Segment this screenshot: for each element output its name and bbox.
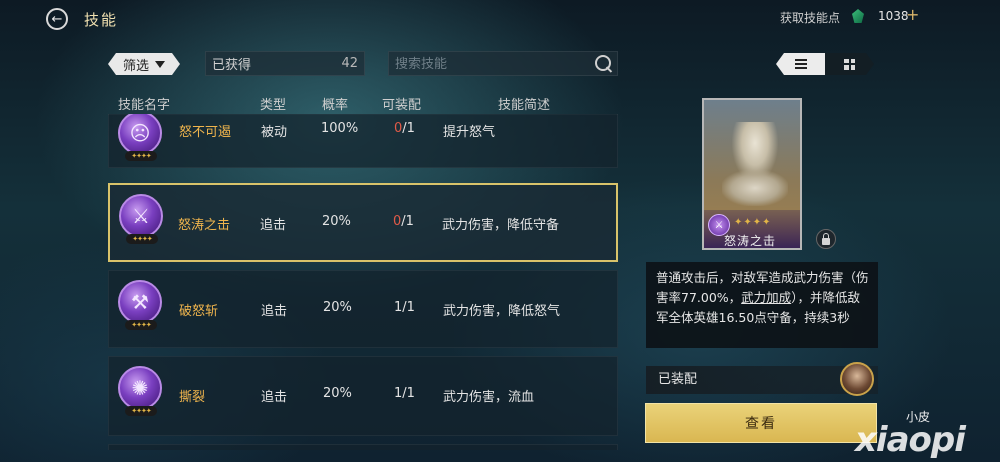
sword-slash-icon: ⚔	[119, 194, 163, 238]
skill-name: 撕裂	[179, 390, 206, 405]
back-button[interactable]: ←	[46, 8, 68, 30]
skill-points-count: 1038	[878, 9, 909, 23]
header-skill-name: 技能名字	[118, 98, 171, 113]
horse-illustration	[722, 170, 788, 206]
equip-count: 1/1	[394, 300, 415, 315]
hero-avatar[interactable]	[840, 362, 874, 396]
card-star-rating: ✦✦✦✦	[734, 217, 772, 228]
axe-icon: ⚒	[118, 280, 162, 324]
claw-tear-icon: ✺	[118, 366, 162, 410]
table-row[interactable]: ✺ ✦✦✦✦ 撕裂 追击 20% 1/1 武力伤害，流血	[108, 356, 618, 436]
star-rating: ✦✦✦✦	[125, 320, 157, 330]
table-header: 技能名字 类型 概率 可装配 技能简述	[108, 94, 618, 115]
skill-type: 被动	[261, 125, 288, 140]
skill-icon-wrap: ✺ ✦✦✦✦	[115, 366, 165, 416]
page-title: 技能	[84, 11, 119, 29]
owned-counter: 已获得 42	[205, 51, 365, 76]
owned-label: 已获得	[212, 58, 252, 73]
skill-point-gem-icon	[852, 9, 864, 23]
table-row[interactable]: ⚒ ✦✦✦✦ 破怒斩 追击 20% 1/1 武力伤害，降低怒气	[108, 270, 618, 348]
search-input[interactable]	[389, 52, 587, 77]
header-type: 类型	[260, 98, 287, 113]
skill-name: 怒不可遏	[179, 125, 232, 140]
skill-type: 追击	[261, 304, 288, 319]
skill-rate: 20%	[323, 300, 352, 315]
equip-count: 1/1	[394, 386, 415, 401]
rage-mask-icon: ☹	[118, 114, 162, 155]
view-button[interactable]: 查看	[645, 403, 877, 443]
skill-description: 普通攻击后，对敌军造成武力伤害（伤害率77.00%，武力加成），并降低敌军全体英…	[646, 262, 878, 348]
skill-brief: 武力伤害，降低怒气	[443, 304, 561, 319]
skill-rate: 20%	[322, 214, 351, 229]
equipped-label: 已装配	[658, 372, 698, 387]
skill-brief: 提升怒气	[443, 125, 496, 140]
skill-type: 追击	[260, 218, 287, 233]
search-box[interactable]	[388, 51, 618, 77]
watermark-logo: xiaopi	[855, 420, 966, 460]
star-rating: ✦✦✦✦	[126, 234, 158, 244]
search-icon[interactable]	[595, 55, 611, 71]
lock-icon[interactable]	[816, 229, 836, 249]
add-points-button[interactable]: +	[906, 5, 919, 24]
header-equippable: 可装配	[382, 98, 422, 113]
header-description: 技能简述	[498, 98, 551, 113]
skill-brief: 武力伤害，流血	[443, 390, 535, 405]
star-rating: ✦✦✦✦	[125, 151, 157, 161]
desc-link[interactable]: 武力加成	[741, 290, 791, 305]
skill-card[interactable]: ⚔ ✦✦✦✦ 怒涛之击	[702, 98, 802, 250]
table-row[interactable]	[108, 444, 618, 450]
skill-icon-wrap: ⚒ ✦✦✦✦	[115, 280, 165, 330]
skill-name: 破怒斩	[179, 304, 219, 319]
skill-icon-wrap: ⚔ ✦✦✦✦	[116, 194, 166, 244]
dropdown-triangle-icon	[155, 61, 165, 68]
skill-icon-wrap: ☹ ✦✦✦✦	[115, 114, 165, 161]
list-view-button[interactable]	[776, 53, 825, 75]
filter-dropdown[interactable]: 筛选	[108, 53, 180, 75]
view-toggle	[776, 53, 874, 75]
star-rating: ✦✦✦✦	[125, 406, 157, 416]
grid-view-icon	[844, 59, 855, 70]
skill-rate: 100%	[321, 121, 359, 136]
owned-count: 42	[341, 56, 358, 71]
list-view-icon	[795, 59, 807, 70]
table-row[interactable]: ☹ ✦✦✦✦ 怒不可遏 被动 100% 0/1 提升怒气	[108, 114, 618, 168]
equip-count: 0/1	[393, 214, 414, 229]
skill-type: 追击	[261, 390, 288, 405]
filter-label: 筛选	[122, 58, 149, 74]
grid-view-button[interactable]	[825, 53, 874, 75]
arrow-left-icon: ←	[51, 11, 63, 27]
header-rate: 概率	[322, 98, 349, 113]
skill-rate: 20%	[323, 386, 352, 401]
get-skill-points-link[interactable]: 获取技能点	[780, 9, 840, 26]
equip-count: 0/1	[394, 121, 415, 136]
table-row-selected[interactable]: ⚔ ✦✦✦✦ 怒涛之击 追击 20% 0/1 武力伤害，降低守备	[108, 183, 618, 262]
skill-list[interactable]: ☹ ✦✦✦✦ 怒不可遏 被动 100% 0/1 提升怒气 ⚔ ✦✦✦✦ 怒涛之击…	[108, 114, 618, 450]
skill-name: 怒涛之击	[178, 218, 231, 233]
card-skill-name: 怒涛之击	[724, 234, 777, 248]
skill-brief: 武力伤害，降低守备	[442, 218, 560, 233]
